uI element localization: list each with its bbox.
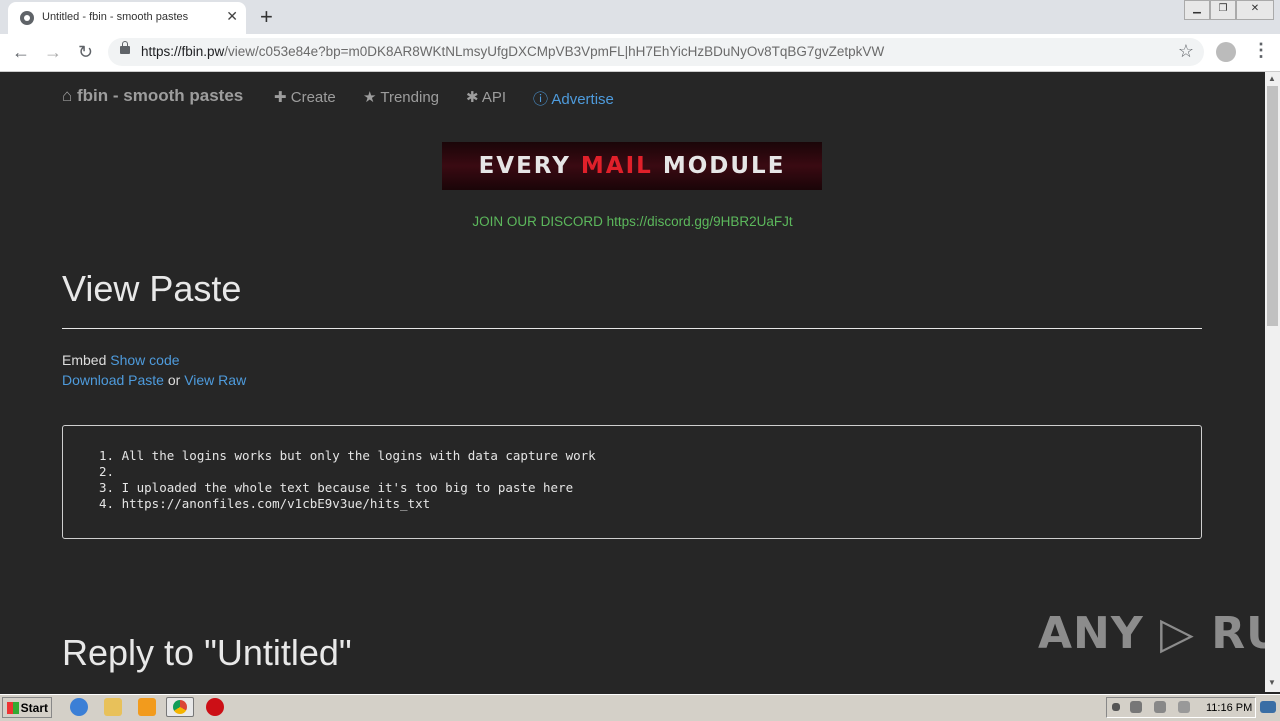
volume-icon[interactable]: [1130, 701, 1142, 713]
code-line: 2.: [99, 464, 115, 479]
bookmark-star-icon[interactable]: ☆: [1178, 41, 1194, 62]
url-text: https://fbin.pw/view/c053e84e?bp=m0DK8AR…: [141, 44, 885, 59]
media-player-icon[interactable]: [138, 698, 156, 716]
info-icon: ⓘ: [533, 91, 549, 108]
cog-icon: ✱: [466, 89, 479, 106]
star-icon: ★: [363, 89, 377, 106]
browser-toolbar: ← → ↻ https://fbin.pw/view/c053e84e?bp=m…: [0, 34, 1280, 72]
page-content: ⌂ fbin - smooth pastes ✚ Create ★ Trendi…: [0, 72, 1265, 692]
browser-tab[interactable]: Untitled - fbin - smooth pastes ✕: [8, 2, 246, 34]
download-paste-link[interactable]: Download Paste: [62, 372, 164, 388]
home-icon: ⌂: [62, 86, 73, 105]
tab-close-icon[interactable]: ✕: [226, 8, 238, 25]
view-raw-link[interactable]: View Raw: [184, 372, 246, 388]
nav-advertise[interactable]: ⓘ Advertise: [533, 88, 614, 109]
forward-icon[interactable]: →: [44, 42, 62, 63]
flag-icon[interactable]: [1178, 701, 1190, 713]
embed-row: Embed Show code: [62, 352, 180, 368]
site-brand[interactable]: ⌂ fbin - smooth pastes: [62, 86, 243, 106]
ie-icon[interactable]: [70, 698, 88, 716]
scroll-thumb[interactable]: [1267, 86, 1278, 326]
minimize-button[interactable]: ▁: [1184, 0, 1210, 20]
show-code-link[interactable]: Show code: [110, 352, 179, 368]
lock-icon: [120, 41, 130, 54]
code-line: 4. https://anonfiles.com/v1cbE9v3ue/hits…: [99, 496, 431, 511]
tab-bar: Untitled - fbin - smooth pastes ✕ + ▁ ❐ …: [0, 0, 1280, 34]
reply-title: Reply to "Untitled": [62, 632, 352, 673]
download-row: Download Paste or View Raw: [62, 372, 246, 388]
folder-icon[interactable]: [104, 698, 122, 716]
taskbar: Start 11:16 PM: [0, 694, 1280, 721]
page-title: View Paste: [62, 268, 242, 309]
discord-link[interactable]: JOIN OUR DISCORD https://discord.gg/9HBR…: [0, 214, 1265, 229]
scroll-down-icon[interactable]: ▼: [1268, 678, 1276, 687]
nav-create[interactable]: ✚ Create: [274, 88, 336, 106]
anyrun-watermark: ANY ▷ RUN: [1038, 608, 1265, 659]
ad-banner[interactable]: EVERY MAIL MODULE: [442, 142, 822, 190]
tab-title: Untitled - fbin - smooth pastes: [42, 11, 189, 23]
or-text: or: [167, 372, 181, 388]
show-desktop-icon[interactable]: [1260, 701, 1276, 713]
maximize-button[interactable]: ❐: [1210, 0, 1236, 20]
chrome-icon: [173, 700, 187, 714]
reload-icon[interactable]: ↻: [78, 42, 93, 63]
code-lines: 1. All the logins works but only the log…: [99, 448, 596, 512]
tray-arrow-icon[interactable]: [1112, 703, 1120, 711]
opera-icon[interactable]: [206, 698, 224, 716]
back-icon[interactable]: ←: [12, 42, 30, 63]
profile-avatar-icon[interactable]: [1216, 42, 1236, 62]
plus-circle-icon: ✚: [274, 89, 287, 106]
network-icon[interactable]: [1154, 701, 1166, 713]
taskbar-clock[interactable]: 11:16 PM: [1206, 702, 1252, 714]
start-button[interactable]: Start: [2, 697, 52, 718]
new-tab-button[interactable]: +: [260, 4, 273, 30]
window-close-button[interactable]: ✕: [1236, 0, 1274, 20]
vertical-scrollbar[interactable]: ▲ ▼: [1265, 72, 1280, 692]
code-line: 1. All the logins works but only the log…: [99, 448, 596, 463]
nav-trending[interactable]: ★ Trending: [363, 88, 439, 106]
browser-menu-icon[interactable]: ⋮: [1252, 40, 1270, 61]
scroll-up-icon[interactable]: ▲: [1268, 74, 1276, 83]
code-line: 3. I uploaded the whole text because it'…: [99, 480, 574, 495]
globe-icon: [20, 11, 34, 25]
embed-label: Embed: [62, 352, 107, 368]
paste-code-box[interactable]: 1. All the logins works but only the log…: [62, 425, 1202, 539]
divider: [62, 328, 1202, 329]
address-bar[interactable]: https://fbin.pw/view/c053e84e?bp=m0DK8AR…: [108, 38, 1204, 66]
nav-api[interactable]: ✱ API: [466, 88, 506, 106]
